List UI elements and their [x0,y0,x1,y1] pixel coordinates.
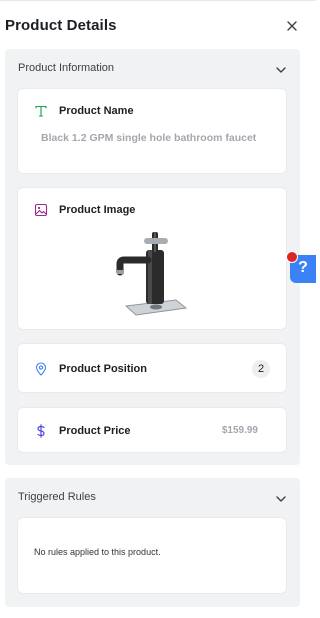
position-badge: 2 [252,360,270,378]
notification-dot [286,251,298,263]
page-title: Product Details [5,17,117,34]
chevron-down-icon [276,67,286,73]
rules-card: No rules applied to this product. [17,517,287,594]
product-information-toggle[interactable]: Product Information [18,62,288,80]
text-type-icon [35,105,47,117]
product-price-card: Product Price $159.99 [17,407,287,453]
product-position-label: Product Position [59,363,147,375]
product-name-value: Black 1.2 GPM single hole bathroom fauce… [41,132,257,144]
image-icon [34,203,48,217]
section-title: Triggered Rules [18,491,96,503]
product-image-label: Product Image [59,204,136,216]
product-image-card: Product Image [17,187,287,330]
location-pin-icon [35,362,47,376]
triggered-rules-section: Triggered Rules No rules applied to this… [5,478,300,607]
empty-rules-message: No rules applied to this product. [34,547,161,557]
top-divider [0,0,316,1]
faucet-photo[interactable] [116,230,188,318]
close-icon[interactable] [284,18,300,34]
product-price-value: $159.99 [221,425,258,436]
product-name-label: Product Name [59,105,134,117]
chevron-down-icon [276,496,286,502]
panel-header: Product Details [5,14,310,40]
product-information-section: Product Information Product Name Black 1… [5,49,300,465]
section-title: Product Information [18,62,114,74]
product-position-card: Product Position 2 [17,343,287,393]
product-price-label: Product Price [59,425,131,437]
product-name-card: Product Name Black 1.2 GPM single hole b… [17,88,287,174]
dollar-icon [37,424,45,438]
triggered-rules-toggle[interactable]: Triggered Rules [18,491,288,509]
